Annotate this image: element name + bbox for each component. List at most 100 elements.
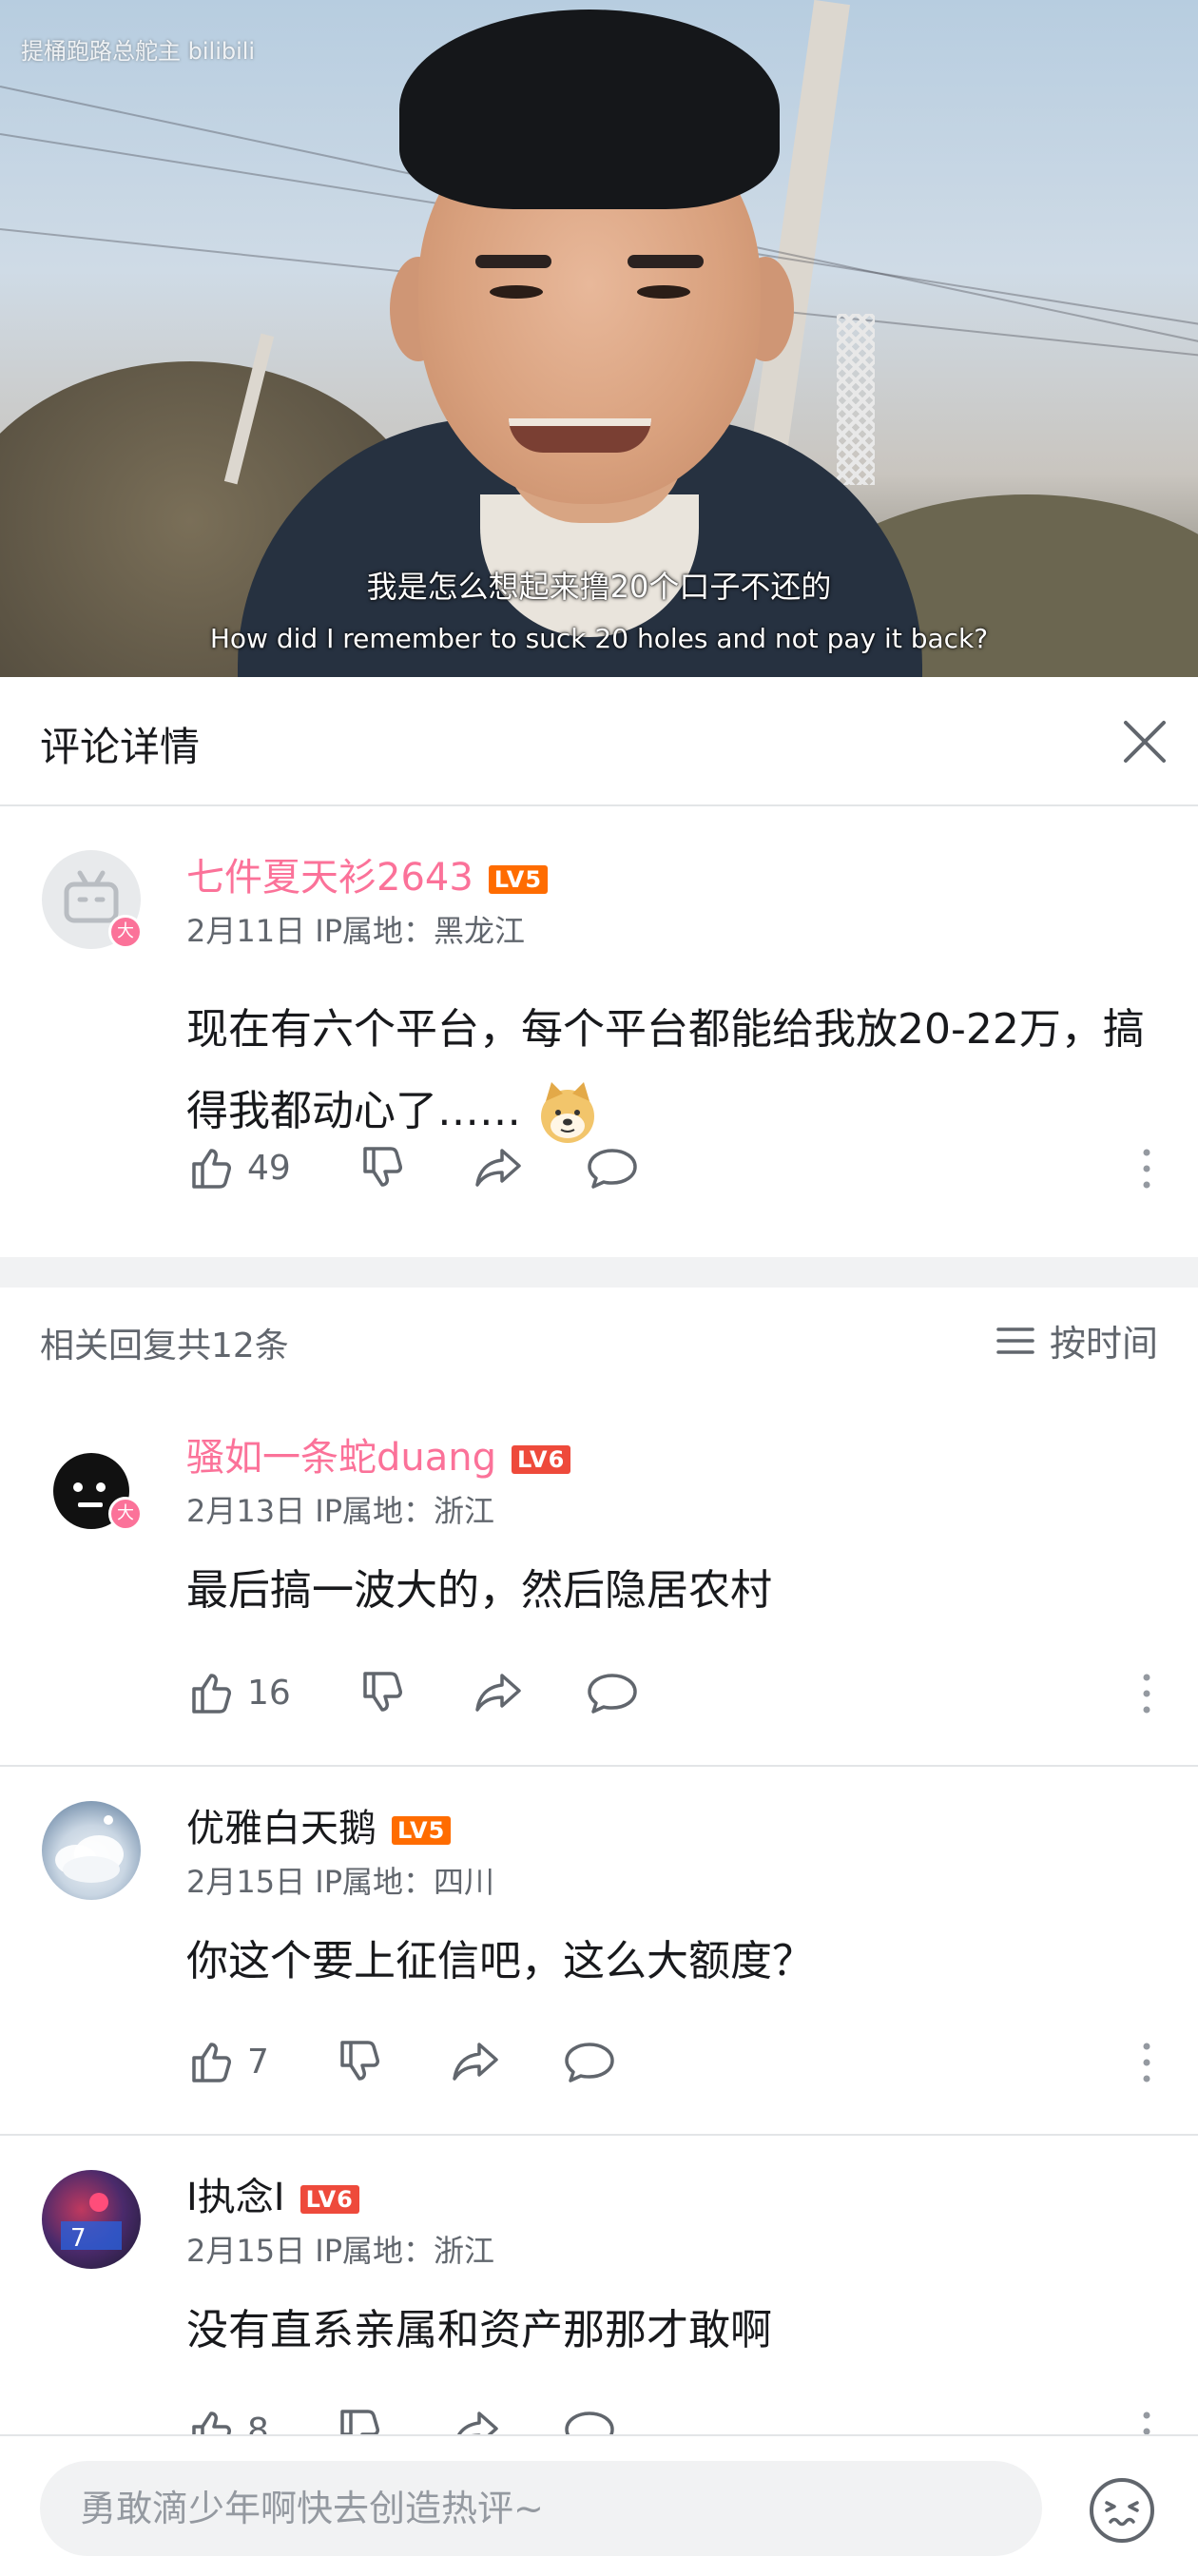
like-count: 49 — [247, 1148, 291, 1188]
comment-actions: 49 — [186, 1139, 1156, 1196]
comment-bubble-icon — [565, 2411, 614, 2434]
vip-badge: 大 — [108, 915, 143, 949]
more-icon[interactable] — [1137, 2408, 1156, 2434]
person-mouth — [509, 418, 651, 453]
username-text: I执念I — [186, 2176, 285, 2219]
share-icon — [475, 1149, 521, 1187]
emoji-button[interactable] — [1084, 2472, 1160, 2548]
thumbs-down-icon — [340, 2410, 379, 2434]
share-button[interactable] — [472, 1664, 525, 1721]
share-button[interactable] — [449, 2402, 502, 2434]
username-text: 骚如一条蛇duang — [186, 1436, 496, 1480]
username-text: 七件夏天衫2643 — [186, 856, 473, 900]
comment-text: 现在有六个平台，每个平台都能给我放20-22万，搞得我都动心了…… — [186, 989, 1156, 1152]
menu-lines-icon — [996, 1327, 1034, 1354]
page-title: 评论详情 — [40, 724, 201, 770]
close-button[interactable] — [1111, 707, 1179, 776]
video-watermark: 提桶跑路总舵主 bilibili — [21, 38, 256, 65]
level-badge: LV5 — [392, 1816, 452, 1845]
subtitle-english: How did I remember to suck 20 holes and … — [209, 623, 989, 654]
share-icon — [475, 1674, 521, 1712]
comment-text-content: 现在有六个平台，每个平台都能给我放20-22万，搞得我都动心了…… — [186, 1005, 1145, 1135]
avatar[interactable] — [42, 1801, 141, 1900]
like-button[interactable]: 7 — [186, 2033, 269, 2090]
person-brow — [475, 255, 551, 268]
thumbs-down-icon — [363, 1672, 402, 1712]
username-text: 优雅白天鹅 — [186, 1807, 377, 1850]
close-icon — [1124, 721, 1166, 763]
section-divider — [0, 1257, 1198, 1288]
person-eye — [637, 285, 690, 299]
comment-bubble-icon — [565, 2043, 614, 2082]
reply-button[interactable] — [586, 1139, 639, 1196]
thumbs-down-icon — [363, 1147, 402, 1187]
share-icon — [453, 2043, 498, 2081]
sort-label: 按时间 — [1049, 1323, 1158, 1365]
more-icon[interactable] — [1137, 2039, 1156, 2086]
like-button[interactable]: 8 — [186, 2402, 269, 2434]
comment-bubble-icon — [588, 1674, 637, 1714]
neon-avatar-icon: 7 — [61, 2193, 122, 2253]
signal-tower — [837, 314, 875, 485]
dislike-button[interactable] — [357, 1139, 407, 1196]
comment-meta: 2月11日 IP属地：黑龙江 — [186, 913, 525, 949]
comment-text: 你这个要上征信吧，这么大额度？ — [186, 1937, 814, 1985]
vip-badge: 大 — [108, 1497, 143, 1531]
more-icon[interactable] — [1137, 1670, 1156, 1717]
level-badge: LV6 — [512, 1445, 571, 1474]
comment-detail-header: 评论详情 — [0, 677, 1198, 806]
level-badge: LV6 — [300, 2185, 359, 2214]
reply-item: 7 I执念I LV6 2月15日 IP属地：浙江 没有直系亲属和资产那那才敢啊 8 — [0, 2136, 1198, 2434]
svg-text:7: 7 — [70, 2224, 87, 2253]
replies-count: 相关回复共12条 — [40, 1327, 289, 1365]
replies-bar: 相关回复共12条 按时间 — [0, 1289, 1198, 1394]
share-icon — [456, 2411, 498, 2434]
username[interactable]: 七件夏天衫2643 LV5 — [186, 846, 549, 901]
dislike-button[interactable] — [357, 1664, 407, 1721]
sort-by-time-button[interactable]: 按时间 — [995, 1314, 1158, 1366]
like-count: 7 — [247, 2042, 269, 2082]
dislike-button[interactable] — [335, 2402, 384, 2434]
person-hair — [399, 10, 780, 209]
comment-meta: 2月15日 IP属地：四川 — [186, 1864, 494, 1900]
like-button[interactable]: 16 — [186, 1664, 291, 1721]
like-button[interactable]: 49 — [186, 1139, 291, 1196]
like-count: 16 — [247, 1673, 291, 1713]
comment-meta: 2月13日 IP属地：浙江 — [186, 1493, 494, 1529]
thumbs-up-icon — [192, 2043, 231, 2082]
comment-input-bar: 勇敢滴少年啊快去创造热评~ — [0, 2434, 1198, 2576]
reply-item: 优雅白天鹅 LV5 2月15日 IP属地：四川 你这个要上征信吧，这么大额度？ 7 — [0, 1767, 1198, 2134]
dislike-button[interactable] — [335, 2033, 384, 2090]
comment-actions: 7 — [186, 2033, 1156, 2090]
comment-meta: 2月15日 IP属地：浙江 — [186, 2233, 494, 2269]
comment-bubble-icon — [588, 1149, 637, 1189]
share-button[interactable] — [472, 1139, 525, 1196]
cloud-avatar-icon — [55, 1815, 124, 1883]
comment-actions: 8 — [186, 2402, 1156, 2434]
reply-button[interactable] — [563, 2402, 616, 2434]
emoji-face-icon — [1090, 2478, 1154, 2543]
comment-input[interactable]: 勇敢滴少年啊快去创造热评~ — [40, 2461, 1042, 2556]
person-eye — [490, 285, 543, 299]
username[interactable]: I执念I LV6 — [186, 2166, 359, 2221]
like-count: 8 — [247, 2411, 269, 2435]
person-brow — [628, 255, 704, 268]
video-player[interactable]: 提桶跑路总舵主 bilibili 我是怎么想起来撸20个口子不还的 How di… — [0, 0, 1198, 677]
username[interactable]: 优雅白天鹅 LV5 — [186, 1797, 452, 1852]
doge-emoji — [541, 1082, 594, 1143]
subtitle-chinese: 我是怎么想起来撸20个口子不还的 — [366, 569, 832, 605]
reply-button[interactable] — [586, 1664, 639, 1721]
comment-text: 最后搞一波大的，然后隐居农村 — [186, 1566, 772, 1615]
more-icon[interactable] — [1137, 1145, 1156, 1192]
avatar[interactable]: 7 — [42, 2170, 141, 2269]
reply-item: 大 骚如一条蛇duang LV6 2月13日 IP属地：浙江 最后搞一波大的，然后… — [0, 1394, 1198, 1765]
thumbs-down-icon — [340, 2041, 379, 2081]
thumbs-up-icon — [192, 1149, 231, 1189]
main-comment: 大 七件夏天衫2643 LV5 2月11日 IP属地：黑龙江 现在有六个平台，每个… — [0, 808, 1198, 1255]
thumbs-up-icon — [192, 1674, 231, 1714]
comment-text: 没有直系亲属和资产那那才敢啊 — [186, 2306, 772, 2354]
share-button[interactable] — [449, 2033, 502, 2090]
username[interactable]: 骚如一条蛇duang LV6 — [186, 1426, 571, 1482]
level-badge: LV5 — [488, 865, 549, 894]
reply-button[interactable] — [563, 2033, 616, 2090]
